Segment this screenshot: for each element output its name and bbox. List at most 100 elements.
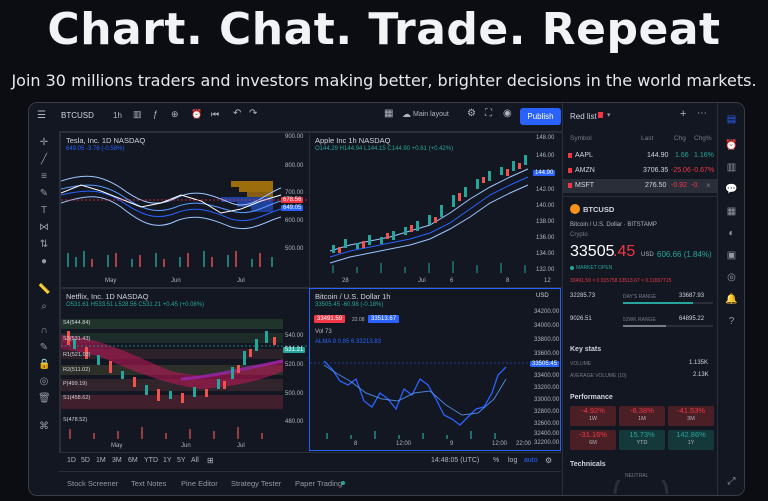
alert-icon[interactable]: ⏰: [191, 109, 202, 120]
calendar-icon[interactable]: ▣: [725, 249, 738, 262]
sell-button[interactable]: 33491.59: [314, 315, 346, 323]
compare-icon[interactable]: ⊕: [171, 109, 179, 120]
horizontal-line-icon[interactable]: ≡: [38, 171, 50, 183]
news-icon[interactable]: ▦: [725, 205, 738, 218]
day-range-fill: [623, 302, 694, 304]
ruler-icon[interactable]: 📏: [38, 284, 50, 296]
indicators-icon[interactable]: ƒ: [153, 109, 158, 119]
settings-icon[interactable]: ⚙: [467, 108, 476, 119]
apple-axis-140: 140.00: [536, 203, 555, 209]
tab-stock-screener[interactable]: Stock Screener: [67, 479, 118, 488]
red-flag-icon: [598, 112, 603, 118]
col-symbol[interactable]: Symbol: [570, 135, 592, 142]
watchlist-icon[interactable]: ▤: [725, 113, 738, 126]
watchlist-row[interactable]: AAPL 144.90 1.66 1.16%: [563, 149, 718, 163]
alerts-icon[interactable]: ⏰: [725, 139, 738, 152]
more-options-icon[interactable]: ⋯: [697, 108, 707, 119]
fullscreen-icon[interactable]: ⛶: [485, 108, 492, 119]
ideas-icon[interactable]: ◐: [725, 227, 738, 240]
range-6m[interactable]: 6M: [128, 457, 138, 464]
chart-pane-tesla[interactable]: Tesla, Inc. 1D NASDAQ 649.05 -3.76 (-0.5…: [60, 132, 310, 288]
bar-style-icon[interactable]: ▥: [133, 109, 142, 120]
interval-selector[interactable]: 1h: [113, 111, 122, 120]
col-chg[interactable]: Chg: [674, 135, 686, 142]
zoom-icon[interactable]: ⌕: [38, 301, 50, 313]
watchlist-row[interactable]: AMZN 3706.35 -25.06 -0.67%: [563, 164, 718, 178]
netflix-level-p: P(499.19): [63, 381, 88, 387]
buy-button[interactable]: 33513.67: [368, 315, 400, 323]
range-1y[interactable]: 1Y: [163, 457, 172, 464]
col-last[interactable]: Last: [641, 135, 653, 142]
chart-pane-bitcoin[interactable]: Bitcoin / U.S. Dollar 1h USD 33505.45 -6…: [309, 288, 561, 451]
percent-toggle[interactable]: %: [493, 457, 499, 464]
tab-paper-trading[interactable]: Paper Trading: [295, 479, 342, 488]
watchlist-title[interactable]: Red list: [570, 112, 597, 121]
goto-date-icon[interactable]: ⊞: [207, 456, 214, 465]
redo-icon[interactable]: ↷: [249, 108, 257, 119]
publish-button[interactable]: Publish: [520, 108, 561, 125]
row-chg: -25.06: [671, 167, 691, 174]
bitcoin-title: Bitcoin / U.S. Dollar 1h: [315, 292, 391, 301]
notifications-icon[interactable]: 🔔: [725, 293, 738, 306]
range-3m[interactable]: 3M: [112, 457, 122, 464]
perf-3m: -41.53% 3M: [668, 406, 714, 426]
range-1m[interactable]: 1M: [96, 457, 106, 464]
brush-icon[interactable]: ✎: [38, 188, 50, 200]
text-tool-icon[interactable]: T: [38, 205, 50, 217]
tesla-axis-900: 900.00: [285, 134, 304, 140]
streams-icon[interactable]: ◎: [725, 271, 738, 284]
add-symbol-icon[interactable]: +: [680, 108, 686, 120]
scale-settings-icon[interactable]: ⚙: [545, 456, 552, 465]
tab-strategy-tester[interactable]: Strategy Tester: [231, 479, 281, 488]
undo-icon[interactable]: ↶: [233, 108, 241, 119]
btc-axis-33600: 33600.00: [534, 351, 560, 357]
chart-pane-apple[interactable]: Apple Inc 1h NASDAQ O144.29 H144.94 L144…: [309, 132, 563, 288]
avg-volume-label: AVERAGE VOLUME (10): [570, 373, 627, 379]
pattern-icon[interactable]: ⋈: [38, 222, 50, 234]
col-chgp[interactable]: Chg%: [694, 135, 712, 142]
data-window-icon[interactable]: ▥: [725, 161, 738, 174]
watchlist-dropdown-icon[interactable]: ▾: [607, 111, 611, 119]
tesla-axis-700: 700.00: [285, 190, 304, 196]
range-ytd[interactable]: YTD: [144, 457, 158, 464]
chat-icon[interactable]: 💬: [725, 183, 738, 196]
clock-time[interactable]: 14:48:05 (UTC): [431, 457, 479, 464]
layout-grid-icon[interactable]: ▦: [384, 108, 393, 119]
row-symbol: MSFT: [575, 182, 595, 189]
btc-x-2200: 22:00: [516, 441, 532, 447]
lock-draw-icon[interactable]: ✎: [38, 342, 50, 354]
layout-name[interactable]: Main layout: [413, 111, 449, 118]
auto-toggle[interactable]: auto: [524, 457, 538, 464]
row-flag-icon: [568, 183, 572, 188]
remove-row-icon[interactable]: ×: [706, 181, 711, 190]
expand-icon[interactable]: ⤢: [725, 475, 738, 488]
log-toggle[interactable]: log: [508, 457, 517, 464]
menu-icon[interactable]: ☰: [37, 110, 46, 121]
camera-icon[interactable]: ◉: [503, 108, 512, 119]
lock-icon[interactable]: 🔒: [38, 359, 50, 371]
row-flag-icon: [568, 153, 572, 158]
crosshair-icon[interactable]: ✛: [38, 137, 50, 149]
range-5d[interactable]: 5D: [81, 457, 90, 464]
help-icon[interactable]: ?: [725, 315, 738, 328]
eye-icon[interactable]: ◎: [38, 376, 50, 388]
tab-text-notes[interactable]: Text Notes: [131, 479, 166, 488]
apple-axis-146: 146.00: [536, 153, 555, 159]
dot-icon[interactable]: ●: [38, 256, 50, 268]
row-chgp: 1.16%: [694, 152, 714, 159]
replay-icon[interactable]: ⏮: [211, 109, 219, 120]
object-tree-icon[interactable]: ⌘: [38, 421, 50, 433]
trend-line-icon[interactable]: ╱: [38, 154, 50, 166]
range-1d[interactable]: 1D: [67, 457, 76, 464]
fib-icon[interactable]: ⇅: [38, 239, 50, 251]
range-all[interactable]: All: [191, 457, 199, 464]
apple-x-12: 12: [544, 278, 551, 284]
chart-pane-netflix[interactable]: Netflix, Inc. 1D NASDAQ O531.61 H533.51 …: [60, 288, 310, 453]
symbol-search[interactable]: BTCUSD: [61, 111, 94, 120]
watchlist-row-selected[interactable]: MSFT 276.50 -0.92 -0. ×: [563, 179, 718, 193]
tab-pine-editor[interactable]: Pine Editor: [181, 479, 218, 488]
bitcoin-currency[interactable]: USD: [536, 293, 549, 299]
trash-icon[interactable]: 🗑: [38, 393, 51, 405]
magnet-icon[interactable]: ∩: [38, 325, 50, 337]
range-5y[interactable]: 5Y: [177, 457, 186, 464]
